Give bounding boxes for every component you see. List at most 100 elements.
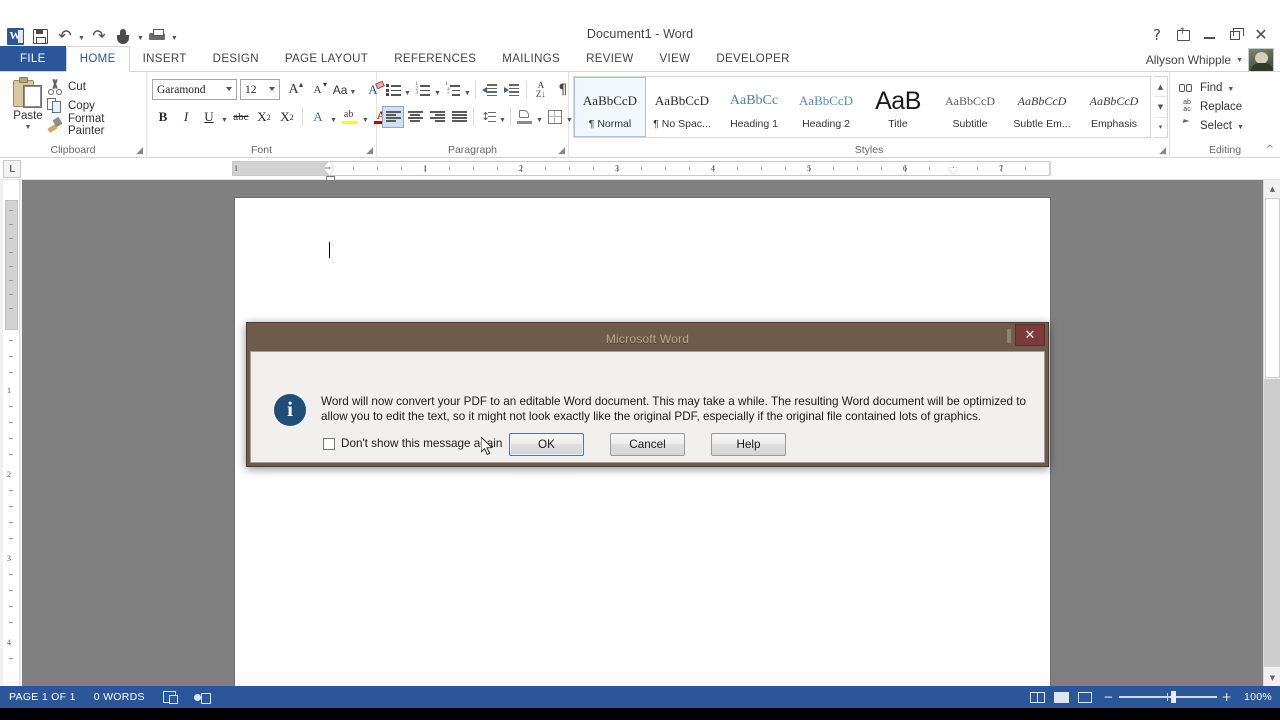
tab-insert[interactable]: INSERT: [130, 46, 200, 72]
line-spacing-button[interactable]: ↕: [477, 106, 499, 128]
bullets-button[interactable]: [382, 79, 404, 101]
help-button[interactable]: Help: [711, 433, 786, 456]
dialog-close-button[interactable]: ✕: [1015, 324, 1045, 346]
bold-button[interactable]: B: [152, 106, 174, 128]
tab-view[interactable]: VIEW: [647, 46, 704, 72]
close-icon[interactable]: ✕: [1248, 24, 1274, 46]
vertical-scrollbar[interactable]: ▲ ▼: [1263, 180, 1280, 686]
paste-dropdown-icon[interactable]: ▼: [25, 124, 32, 131]
numbering-dropdown-icon[interactable]: ▼: [434, 90, 441, 97]
shading-dropdown-icon[interactable]: ▼: [536, 117, 543, 124]
text-effects-dropdown-icon[interactable]: ▼: [330, 117, 337, 124]
help-icon[interactable]: ?: [1144, 24, 1170, 46]
style-subtitle[interactable]: AaBbCcD Subtitle: [934, 77, 1006, 137]
align-left-button[interactable]: [382, 106, 404, 128]
tab-page-layout[interactable]: PAGE LAYOUT: [272, 46, 381, 72]
zoom-level[interactable]: 100%: [1238, 691, 1272, 703]
change-case-dropdown-icon[interactable]: ▼: [349, 89, 356, 96]
account-area[interactable]: Allyson Whipple ▼: [1146, 48, 1274, 72]
bullets-dropdown-icon[interactable]: ▼: [404, 90, 411, 97]
select-dropdown-icon[interactable]: ▼: [1237, 124, 1244, 131]
vertical-ruler[interactable]: 1 2 3 4: [3, 180, 20, 686]
text-effects-button[interactable]: A: [307, 106, 329, 128]
format-painter-button[interactable]: Format Painter: [44, 113, 146, 137]
zoom-slider[interactable]: − +: [1103, 691, 1232, 704]
styles-more-icon[interactable]: ▾: [1154, 118, 1167, 137]
horizontal-ruler[interactable]: 1 1 2 3 4 5 6 7: [232, 161, 1051, 176]
styles-scroll-down-icon[interactable]: ▼: [1154, 97, 1167, 118]
font-name-dropdown-icon[interactable]: [226, 87, 232, 91]
shrink-font-button[interactable]: A ▾: [307, 79, 328, 100]
collapse-ribbon-icon[interactable]: ^: [1266, 144, 1274, 155]
word-count[interactable]: 0 WORDS: [85, 691, 154, 703]
align-right-button[interactable]: [426, 106, 448, 128]
tab-review[interactable]: REVIEW: [573, 46, 646, 72]
numbering-button[interactable]: 1 2 3: [412, 79, 434, 101]
font-size-dropdown-icon[interactable]: [269, 87, 275, 91]
restore-icon[interactable]: [1222, 24, 1248, 46]
paragraph-dialog-launcher-icon[interactable]: ◢: [558, 147, 565, 156]
select-button[interactable]: Select ▼: [1176, 116, 1248, 135]
avatar[interactable]: [1248, 48, 1274, 72]
ribbon-display-options-icon[interactable]: [1170, 24, 1196, 46]
tab-references[interactable]: REFERENCES: [381, 46, 489, 72]
dialog-title-bar[interactable]: Microsoft Word ✕: [250, 324, 1045, 351]
proofing-errors-icon[interactable]: [154, 691, 185, 704]
subscript-button[interactable]: X2: [253, 106, 275, 128]
borders-button[interactable]: [544, 106, 566, 128]
language-icon[interactable]: [185, 692, 218, 704]
scroll-down-icon[interactable]: ▼: [1264, 669, 1280, 686]
tab-home[interactable]: HOME: [65, 46, 130, 72]
account-dropdown-icon[interactable]: ▼: [1236, 57, 1243, 64]
tab-design[interactable]: DESIGN: [200, 46, 272, 72]
font-size-combo[interactable]: 12: [240, 79, 280, 100]
highlight-dropdown-icon[interactable]: ▼: [362, 117, 369, 124]
minimize-icon[interactable]: [1196, 24, 1222, 46]
first-line-indent-marker[interactable]: [324, 161, 334, 167]
scroll-up-icon[interactable]: ▲: [1264, 180, 1280, 197]
tab-mailings[interactable]: MAILINGS: [489, 46, 573, 72]
styles-scroll-up-icon[interactable]: ▲: [1154, 77, 1167, 98]
zoom-in-button[interactable]: +: [1222, 691, 1232, 703]
ok-button[interactable]: OK: [509, 433, 584, 456]
page-indicator[interactable]: PAGE 1 OF 1: [0, 691, 85, 703]
style-subtle-emphasis[interactable]: AaBbCcD Subtle Em...: [1006, 77, 1078, 137]
grow-font-button[interactable]: A ▴: [283, 79, 304, 100]
strikethrough-button[interactable]: abc: [230, 106, 252, 128]
multilevel-dropdown-icon[interactable]: ▼: [464, 90, 471, 97]
justify-button[interactable]: [448, 106, 470, 128]
increase-indent-button[interactable]: [501, 79, 523, 101]
tab-file[interactable]: FILE: [0, 46, 66, 72]
cancel-button[interactable]: Cancel: [610, 433, 685, 456]
clipboard-dialog-launcher-icon[interactable]: ◢: [136, 147, 143, 156]
find-dropdown-icon[interactable]: ▼: [1227, 86, 1234, 93]
decrease-indent-button[interactable]: [479, 79, 501, 101]
find-button[interactable]: Find ▼: [1176, 78, 1248, 97]
sort-button[interactable]: A Z↓: [530, 79, 552, 101]
italic-button[interactable]: I: [175, 106, 197, 128]
cut-button[interactable]: Cut: [44, 77, 146, 96]
web-layout-view-button[interactable]: [1073, 688, 1097, 706]
line-spacing-dropdown-icon[interactable]: ▼: [499, 117, 506, 124]
align-center-button[interactable]: [404, 106, 426, 128]
zoom-slider-thumb[interactable]: [1170, 691, 1176, 704]
superscript-button[interactable]: X2: [276, 106, 298, 128]
zoom-out-button[interactable]: −: [1103, 691, 1113, 703]
hanging-indent-marker[interactable]: [324, 169, 334, 175]
right-indent-marker[interactable]: [948, 168, 958, 174]
style-normal[interactable]: AaBbCcD ¶ Normal: [574, 77, 646, 137]
tab-developer[interactable]: DEVELOPER: [703, 46, 802, 72]
scrollbar-thumb[interactable]: [1265, 198, 1280, 378]
style-title[interactable]: AaB Title: [862, 77, 934, 137]
multilevel-list-button[interactable]: 1 a i: [442, 79, 464, 101]
style-emphasis[interactable]: AaBbCcD Emphasis: [1078, 77, 1150, 137]
read-mode-view-button[interactable]: [1025, 688, 1049, 706]
replace-button[interactable]: ab ac Replace: [1176, 97, 1248, 116]
print-layout-view-button[interactable]: [1049, 688, 1073, 706]
underline-button[interactable]: U: [198, 106, 220, 128]
style-heading-2[interactable]: AaBbCcD Heading 2: [790, 77, 862, 137]
tab-selector-button[interactable]: L: [3, 160, 21, 178]
shading-button[interactable]: [514, 106, 536, 128]
styles-dialog-launcher-icon[interactable]: ◢: [1159, 147, 1166, 156]
font-dialog-launcher-icon[interactable]: ◢: [366, 147, 373, 156]
